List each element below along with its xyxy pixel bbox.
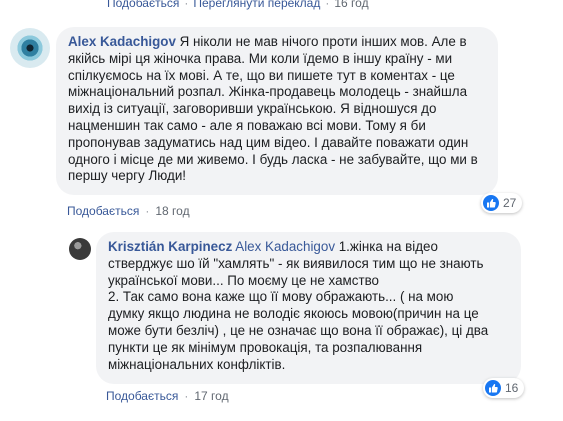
separator-dot: · bbox=[325, 0, 330, 10]
reply-bubble: Krisztián Karpinecz Alex Kadachigov 1.жі… bbox=[96, 232, 521, 384]
like-link[interactable]: Подобається bbox=[106, 389, 178, 403]
see-translation-link[interactable]: Переглянути переклад bbox=[193, 0, 320, 10]
avatar[interactable] bbox=[69, 238, 91, 260]
reactions-badge[interactable]: 27 bbox=[481, 193, 523, 213]
avatar[interactable] bbox=[10, 28, 50, 68]
comment-time[interactable]: 16 год bbox=[334, 0, 368, 10]
like-icon bbox=[485, 380, 501, 396]
reactions-badge[interactable]: 16 bbox=[483, 378, 525, 398]
comment-actions: Подобається · 17 год bbox=[106, 389, 229, 403]
reaction-count: 16 bbox=[505, 381, 519, 395]
mention-link[interactable]: Alex Kadachigov bbox=[235, 239, 335, 254]
like-link[interactable]: Подобається bbox=[107, 0, 179, 10]
comment-actions: Подобається · 18 год bbox=[67, 204, 190, 218]
previous-comment-actions: Подобається · Переглянути переклад · 16 год bbox=[107, 0, 369, 10]
comment-author[interactable]: Alex Kadachigov bbox=[68, 34, 176, 49]
like-link[interactable]: Подобається bbox=[67, 204, 139, 218]
comment-time[interactable]: 17 год bbox=[194, 389, 228, 403]
comment-bubble: Alex Kadachigov Я ніколи не мав нічого п… bbox=[56, 27, 498, 195]
separator-dot: · bbox=[184, 389, 189, 403]
separator-dot: · bbox=[184, 0, 189, 10]
reaction-count: 27 bbox=[503, 196, 517, 210]
comment-text: Я ніколи не мав нічого проти інших мов. … bbox=[68, 34, 478, 184]
comment-author[interactable]: Krisztián Karpinecz bbox=[108, 239, 232, 254]
comment-time[interactable]: 18 год bbox=[155, 204, 189, 218]
comment-text: 1.жінка на відео стверджує шо їй "хамлят… bbox=[108, 239, 489, 372]
like-icon bbox=[483, 195, 499, 211]
separator-dot: · bbox=[145, 204, 150, 218]
